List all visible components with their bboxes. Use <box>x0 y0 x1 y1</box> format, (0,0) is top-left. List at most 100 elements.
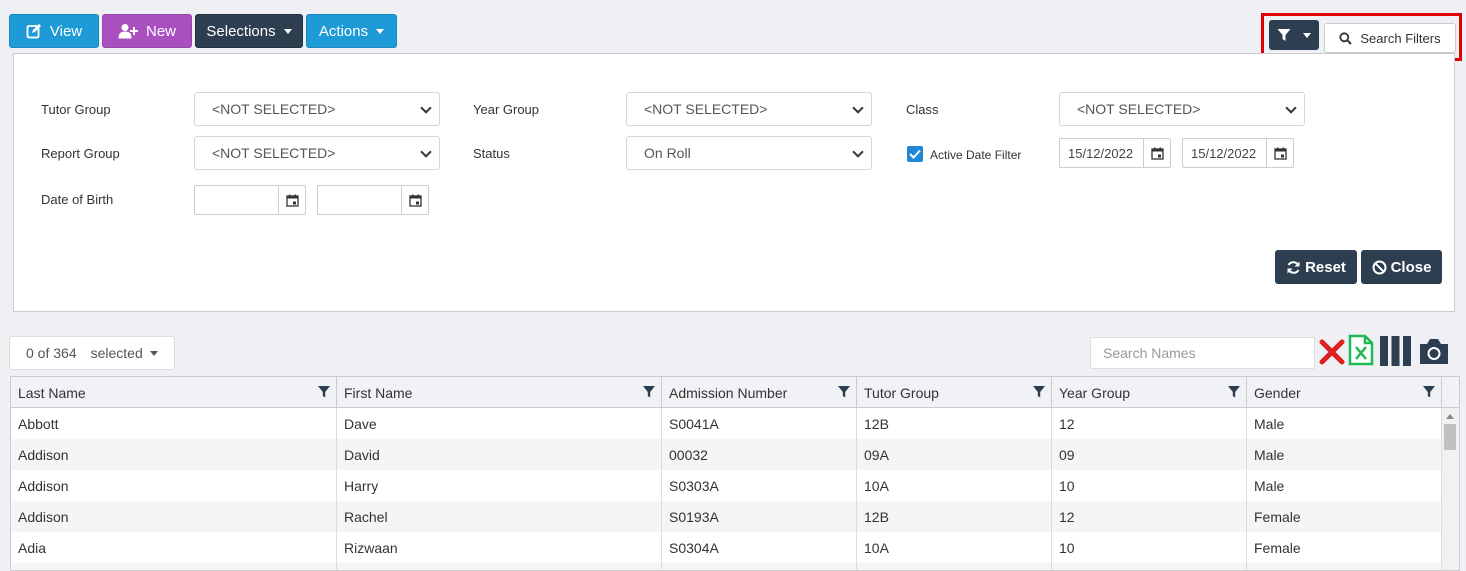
active-date-to-value: 15/12/2022 <box>1191 145 1257 161</box>
search-filters-label: Search Filters <box>1360 30 1441 46</box>
calendar-icon[interactable] <box>1143 139 1170 167</box>
column-header-tutor-group[interactable]: Tutor Group <box>857 377 1052 408</box>
actions-dropdown-button[interactable]: Actions <box>306 14 397 48</box>
chevron-down-icon <box>1285 102 1297 114</box>
column-header-label: Last Name <box>18 384 86 401</box>
clear-x-icon[interactable] <box>1319 339 1345 365</box>
calendar-icon[interactable] <box>278 186 305 214</box>
chevron-down-icon <box>852 146 864 158</box>
cell-admission-number: 00032 <box>662 439 857 470</box>
table-row[interactable]: Adia Rizwaan S0304A 10A 10 Female <box>11 532 1442 563</box>
active-date-from-input[interactable]: 15/12/2022 <box>1059 138 1171 168</box>
cell-gender <box>1247 563 1442 570</box>
scroll-up-icon[interactable] <box>1446 414 1454 419</box>
active-date-to-input[interactable]: 15/12/2022 <box>1182 138 1294 168</box>
excel-icon[interactable] <box>1348 334 1374 366</box>
filter-icon[interactable] <box>318 386 330 398</box>
column-header-first-name[interactable]: First Name <box>337 377 662 408</box>
cell-tutor-group: 10A <box>857 470 1052 501</box>
table-row[interactable]: Abbott Dave S0041A 12B 12 Male <box>11 408 1442 439</box>
table-row[interactable] <box>11 563 1442 570</box>
chevron-down-icon <box>420 146 432 158</box>
filter-panel: Tutor Group <NOT SELECTED> Year Group <N… <box>13 53 1455 312</box>
table-row[interactable]: Addison Rachel S0193A 12B 12 Female <box>11 501 1442 532</box>
cell-first-name: David <box>337 439 662 470</box>
column-header-label: Gender <box>1254 384 1301 401</box>
report-group-label: Report Group <box>41 146 120 161</box>
cell-year-group: 12 <box>1052 408 1247 439</box>
selection-count-dropdown[interactable]: 0 of 364 selected <box>9 336 175 370</box>
calendar-icon[interactable] <box>401 186 428 214</box>
class-label: Class <box>906 102 939 117</box>
filter-icon[interactable] <box>643 386 655 398</box>
year-group-select[interactable]: <NOT SELECTED> <box>626 92 872 126</box>
column-header-admission-number[interactable]: Admission Number <box>662 377 857 408</box>
column-header-label: Admission Number <box>669 384 788 401</box>
cell-year-group: 10 <box>1052 532 1247 563</box>
students-table: Last Name First Name Admission Number Tu… <box>10 376 1460 571</box>
cell-last-name: Addison <box>11 470 337 501</box>
table-row[interactable]: Addison Harry S0303A 10A 10 Male <box>11 470 1442 501</box>
view-button-label: View <box>49 22 83 40</box>
chevron-down-icon <box>852 102 864 114</box>
cell-last-name <box>11 563 337 570</box>
new-button[interactable]: New <box>102 14 192 48</box>
cell-gender: Female <box>1247 532 1442 563</box>
caret-down-icon <box>376 28 385 34</box>
filter-icon[interactable] <box>1423 386 1435 398</box>
ban-icon <box>1372 260 1387 274</box>
date-of-birth-to-input[interactable] <box>317 185 429 215</box>
selection-count: 0 of 364 <box>26 345 77 361</box>
camera-icon[interactable] <box>1418 338 1450 365</box>
view-button[interactable]: View <box>9 14 99 48</box>
column-header-gender[interactable]: Gender <box>1247 377 1442 408</box>
filter-icon[interactable] <box>838 386 850 398</box>
column-header-last-name[interactable]: Last Name <box>11 377 337 408</box>
class-value: <NOT SELECTED> <box>1077 101 1201 117</box>
reset-button-label: Reset <box>1305 258 1346 276</box>
search-names-input[interactable] <box>1090 337 1315 369</box>
cell-gender: Male <box>1247 439 1442 470</box>
cell-year-group: 09 <box>1052 439 1247 470</box>
refresh-icon <box>1287 260 1300 274</box>
cell-tutor-group <box>857 563 1052 570</box>
column-header-year-group[interactable]: Year Group <box>1052 377 1247 408</box>
cell-admission-number: S0304A <box>662 532 857 563</box>
report-group-select[interactable]: <NOT SELECTED> <box>194 136 440 170</box>
cell-last-name: Addison <box>11 439 337 470</box>
filter-icon[interactable] <box>1228 386 1240 398</box>
active-date-filter-label: Active Date Filter <box>930 148 1022 162</box>
cell-tutor-group: 12B <box>857 408 1052 439</box>
vertical-scrollbar[interactable] <box>1442 408 1459 570</box>
filter-icon[interactable] <box>1033 386 1045 398</box>
column-header-label: Year Group <box>1059 384 1131 401</box>
tutor-group-select[interactable]: <NOT SELECTED> <box>194 92 440 126</box>
status-select[interactable]: On Roll <box>626 136 872 170</box>
column-header-label: Tutor Group <box>864 384 939 401</box>
filter-toggle-button[interactable] <box>1269 20 1319 50</box>
scrollbar-thumb[interactable] <box>1444 424 1456 450</box>
cell-first-name: Rizwaan <box>337 532 662 563</box>
cell-last-name: Addison <box>11 501 337 532</box>
caret-down-icon <box>283 28 292 34</box>
column-header-label: First Name <box>344 384 413 401</box>
checkmark-icon <box>909 149 921 159</box>
selected-label: selected <box>90 345 143 361</box>
close-button-label: Close <box>1390 258 1432 276</box>
cell-admission-number: S0041A <box>662 408 857 439</box>
selections-dropdown-button[interactable]: Selections <box>195 14 303 48</box>
cell-first-name: Rachel <box>337 501 662 532</box>
reset-button[interactable]: Reset <box>1275 250 1357 284</box>
active-date-filter-checkbox[interactable] <box>907 146 923 162</box>
table-row[interactable]: Addison David 00032 09A 09 Male <box>11 439 1442 470</box>
columns-icon[interactable] <box>1380 336 1411 366</box>
date-of-birth-from-input[interactable] <box>194 185 306 215</box>
cell-gender: Female <box>1247 501 1442 532</box>
class-select[interactable]: <NOT SELECTED> <box>1059 92 1305 126</box>
calendar-icon[interactable] <box>1266 139 1293 167</box>
new-button-label: New <box>145 22 176 40</box>
close-button[interactable]: Close <box>1361 250 1442 284</box>
search-filters-button[interactable]: Search Filters <box>1324 23 1456 53</box>
cell-year-group <box>1052 563 1247 570</box>
year-group-label: Year Group <box>473 102 540 117</box>
